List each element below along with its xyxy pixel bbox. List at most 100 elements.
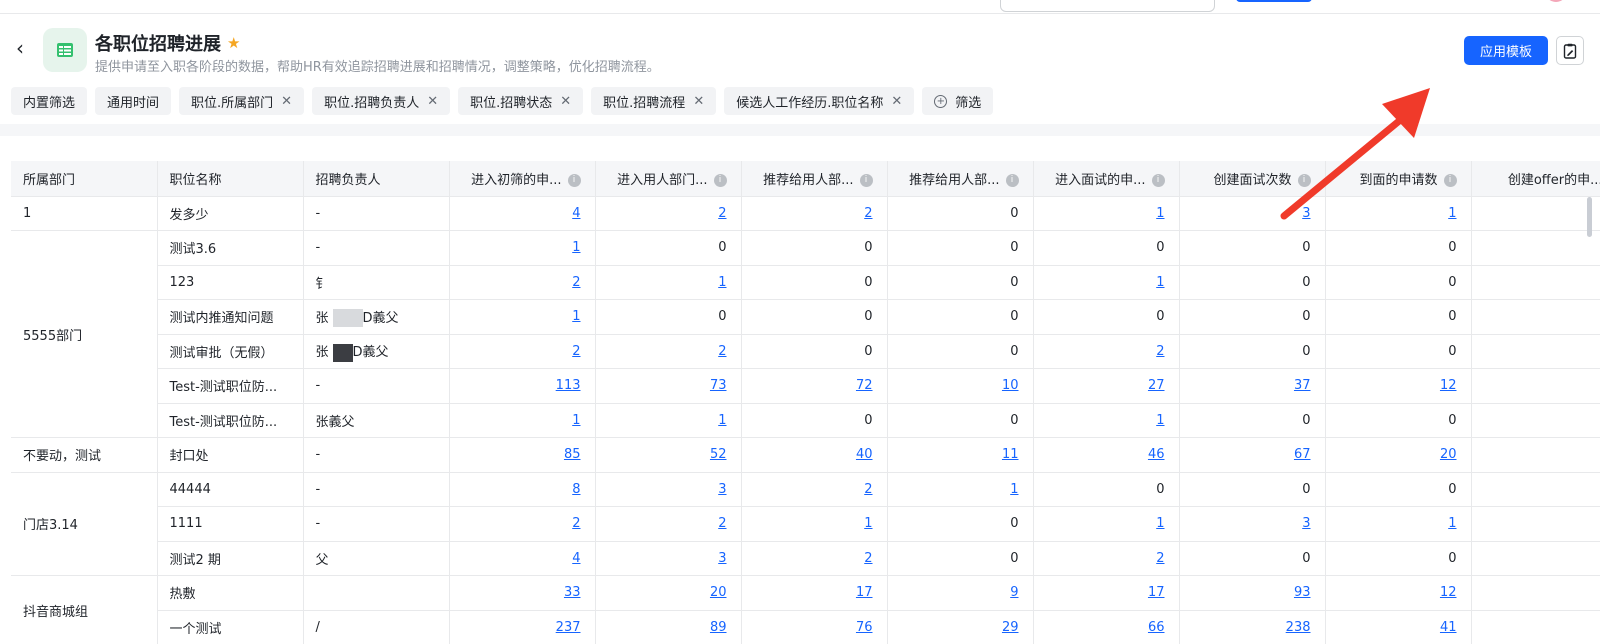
close-icon[interactable]: ✕ (560, 94, 571, 109)
chevron-left-icon[interactable]: ‹ (12, 38, 28, 58)
column-header[interactable]: 所属部门 (11, 161, 158, 197)
metric-link[interactable]: 2 (1156, 551, 1164, 566)
add-filter-button[interactable]: + 筛选 (922, 87, 994, 115)
metric-link[interactable]: 1 (1156, 275, 1164, 290)
metric-link[interactable]: 27 (1148, 378, 1165, 393)
metric-link[interactable]: 52 (710, 447, 727, 462)
metric-link[interactable]: 17 (856, 585, 873, 600)
metric-link[interactable]: 238 (1286, 620, 1311, 635)
column-header[interactable]: 进入初筛的申... i (449, 161, 596, 197)
metric-link[interactable]: 46 (1148, 447, 1165, 462)
info-icon[interactable]: i (859, 173, 873, 187)
metric-link[interactable]: 2 (572, 275, 580, 290)
clipboard-edit-icon[interactable] (1556, 36, 1584, 65)
filter-chip[interactable]: 候选人工作经历.职位名称 ✕ (724, 87, 915, 115)
metric-link[interactable]: 2 (718, 516, 726, 531)
metric-cell: 238 (1179, 610, 1326, 644)
apply-template-button[interactable]: 应用模板 (1464, 36, 1548, 65)
metric-link[interactable]: 1 (572, 309, 580, 324)
metric-link[interactable]: 10 (1002, 378, 1019, 393)
info-icon[interactable]: i (713, 173, 727, 187)
metric-link[interactable]: 1 (1156, 206, 1164, 221)
metric-link[interactable]: 3 (1302, 516, 1310, 531)
metric-cell: 0 (1033, 299, 1180, 335)
vertical-scrollbar[interactable] (1587, 197, 1592, 237)
star-icon[interactable]: ★ (227, 34, 240, 52)
metric-link[interactable]: 1 (572, 413, 580, 428)
metric-link[interactable]: 93 (1294, 585, 1311, 600)
column-header[interactable]: 创建面试次数 i (1179, 161, 1326, 197)
column-header[interactable]: 推荐给用人部... i (741, 161, 888, 197)
metric-link[interactable]: 1 (718, 275, 726, 290)
metric-link[interactable]: 2 (572, 516, 580, 531)
info-icon[interactable]: i (1151, 173, 1165, 187)
metric-link[interactable]: 1 (864, 516, 872, 531)
close-icon[interactable]: ✕ (281, 94, 292, 109)
column-header[interactable]: 职位名称 (157, 161, 304, 197)
filter-chip[interactable]: 职位.招聘流程 ✕ (591, 87, 717, 115)
filter-chip[interactable]: 职位.招聘状态 ✕ (458, 87, 584, 115)
metric-link[interactable]: 1 (572, 240, 580, 255)
metric-link[interactable]: 12 (1440, 585, 1457, 600)
metric-link[interactable]: 29 (1002, 620, 1019, 635)
metric-link[interactable]: 237 (556, 620, 581, 635)
info-icon[interactable]: i (1005, 173, 1019, 187)
metric-link[interactable]: 11 (1002, 447, 1019, 462)
metric-link[interactable]: 89 (710, 620, 727, 635)
filter-chip[interactable]: 职位.招聘负责人 ✕ (312, 87, 451, 115)
column-header[interactable]: 推荐给用人部... i (887, 161, 1034, 197)
close-icon[interactable]: ✕ (891, 94, 902, 109)
avatar[interactable] (1545, 0, 1567, 2)
metric-link[interactable]: 85 (564, 447, 581, 462)
filter-chip[interactable]: 职位.所属部门 ✕ (179, 87, 305, 115)
metric-link[interactable]: 3 (1302, 206, 1310, 221)
metric-link[interactable]: 20 (1440, 447, 1457, 462)
info-icon[interactable]: i (1443, 173, 1457, 187)
metric-link[interactable]: 2 (864, 551, 872, 566)
column-header[interactable]: 创建offer的申... (1471, 161, 1600, 197)
metric-link[interactable]: 1 (718, 413, 726, 428)
metric-link[interactable]: 33 (564, 585, 581, 600)
metric-link[interactable]: 2 (718, 206, 726, 221)
column-header[interactable]: 到面的申请数 i (1325, 161, 1472, 197)
info-icon[interactable]: i (567, 173, 581, 187)
filter-chip[interactable]: 内置筛选 (11, 87, 88, 115)
metric-link[interactable]: 66 (1148, 620, 1165, 635)
metric-link[interactable]: 17 (1148, 585, 1165, 600)
metric-link[interactable]: 40 (856, 447, 873, 462)
column-header[interactable]: 进入面试的申... i (1033, 161, 1180, 197)
metric-link[interactable]: 72 (856, 378, 873, 393)
metric-link[interactable]: 37 (1294, 378, 1311, 393)
metric-link[interactable]: 1 (1010, 482, 1018, 497)
column-header[interactable]: 招聘负责人 (303, 161, 450, 197)
metric-link[interactable]: 73 (710, 378, 727, 393)
metric-link[interactable]: 76 (856, 620, 873, 635)
metric-link[interactable]: 12 (1440, 378, 1457, 393)
metric-link[interactable]: 2 (1156, 344, 1164, 359)
metric-link[interactable]: 1 (1156, 413, 1164, 428)
metric-link[interactable]: 2 (864, 206, 872, 221)
metric-link[interactable]: 2 (572, 344, 580, 359)
column-header[interactable]: 进入用人部门... i (595, 161, 742, 197)
info-icon[interactable]: i (1297, 173, 1311, 187)
metric-link[interactable]: 113 (556, 378, 581, 393)
metric-link[interactable]: 3 (718, 551, 726, 566)
metric-link[interactable]: 9 (1010, 585, 1018, 600)
metric-link[interactable]: 1 (1448, 516, 1456, 531)
close-icon[interactable]: ✕ (693, 94, 704, 109)
global-search-input[interactable] (1000, 0, 1215, 12)
close-icon[interactable]: ✕ (427, 94, 438, 109)
metric-link[interactable]: 41 (1440, 620, 1457, 635)
metric-link[interactable]: 8 (572, 482, 580, 497)
metric-link[interactable]: 4 (572, 551, 580, 566)
metric-link[interactable]: 3 (718, 482, 726, 497)
metric-link[interactable]: 20 (710, 585, 727, 600)
metric-link[interactable]: 1 (1156, 516, 1164, 531)
top-primary-button[interactable] (1236, 0, 1312, 2)
metric-link[interactable]: 67 (1294, 447, 1311, 462)
metric-link[interactable]: 1 (1448, 206, 1456, 221)
metric-link[interactable]: 2 (864, 482, 872, 497)
filter-chip[interactable]: 通用时间 (95, 87, 172, 115)
metric-link[interactable]: 2 (718, 344, 726, 359)
metric-link[interactable]: 4 (572, 206, 580, 221)
